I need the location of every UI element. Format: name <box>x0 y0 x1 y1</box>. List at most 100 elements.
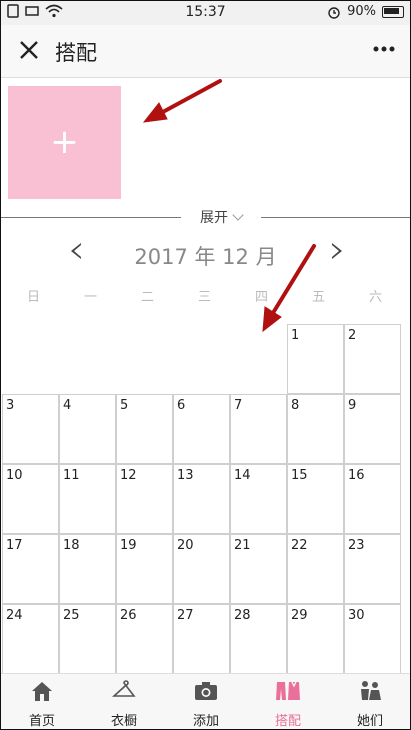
calendar-day-cell[interactable]: 4 <box>59 394 116 464</box>
calendar-day-cell[interactable]: 6 <box>173 394 230 464</box>
calendar-day-number: 13 <box>177 468 194 483</box>
calendar-day-number: 21 <box>234 538 251 553</box>
calendar-day-cell[interactable]: 16 <box>344 464 401 534</box>
calendar-day-cell[interactable]: 28 <box>230 604 287 674</box>
plus-icon: + <box>50 122 79 162</box>
calendar-day-number: 30 <box>348 608 365 623</box>
calendar-day-cell[interactable]: 14 <box>230 464 287 534</box>
month-label: 2017 年 12 月 <box>134 245 277 269</box>
calendar-day-cell[interactable]: 25 <box>59 604 116 674</box>
more-options-button[interactable] <box>372 37 396 67</box>
calendar-day-cell[interactable]: 7 <box>230 394 287 464</box>
calendar-day-cell[interactable]: 5 <box>116 394 173 464</box>
calendar-day-number: 3 <box>6 398 15 413</box>
tab-home-label: 首页 <box>28 714 55 729</box>
add-outfit-button[interactable]: + <box>8 86 121 199</box>
month-navigation: 2017 年 12 月 <box>1 239 410 271</box>
expand-label: 展开 <box>200 210 228 226</box>
calendar-day-cell[interactable]: 30 <box>344 604 401 674</box>
calendar-day-number: 19 <box>120 538 137 553</box>
calendar-day-cell[interactable]: 27 <box>173 604 230 674</box>
calendar-day-cell[interactable]: 9 <box>344 394 401 464</box>
calendar-day-number: 1 <box>291 328 300 343</box>
calendar-day-cell[interactable]: 2 <box>344 324 401 394</box>
calendar-day-cell[interactable]: 24 <box>2 604 59 674</box>
calendar-day-cell[interactable]: 18 <box>59 534 116 604</box>
calendar-day-number: 5 <box>120 398 129 413</box>
home-icon <box>32 682 52 701</box>
top-app-bar: 搭配 <box>1 25 410 78</box>
calendar-day-number: 4 <box>63 398 72 413</box>
calendar-day-number: 10 <box>6 468 23 483</box>
calendar-day-number: 25 <box>63 608 80 623</box>
tab-add[interactable]: 添加 <box>165 674 247 729</box>
calendar-day-cell[interactable]: 21 <box>230 534 287 604</box>
tab-outfit[interactable]: 搭配 <box>247 674 329 729</box>
bottom-tab-bar: 首页 衣橱 添加 搭配 她们 <box>1 673 410 729</box>
battery-percent: 90% <box>347 4 376 19</box>
calendar-day-cell[interactable]: 1 <box>287 324 344 394</box>
close-icon <box>20 41 38 59</box>
weekday-sun: 日 <box>26 290 40 305</box>
calendar-day-number: 23 <box>348 538 365 553</box>
tab-add-label: 添加 <box>192 714 219 729</box>
calendar-day-number: 6 <box>177 398 186 413</box>
calendar-day-cell[interactable]: 19 <box>116 534 173 604</box>
calendar-empty-cell <box>230 324 287 394</box>
tab-wardrobe-label: 衣橱 <box>110 714 137 729</box>
calendar-day-number: 9 <box>348 398 357 413</box>
tab-home[interactable]: 首页 <box>1 674 83 729</box>
calendar-empty-cell <box>2 324 59 394</box>
weekday-thu: 四 <box>254 290 268 305</box>
calendar-day-number: 26 <box>120 608 137 623</box>
calendar-day-cell[interactable]: 8 <box>287 394 344 464</box>
chevron-down-icon <box>232 209 244 221</box>
tab-outfit-label: 搭配 <box>274 714 301 729</box>
tab-wardrobe[interactable]: 衣橱 <box>83 674 165 729</box>
calendar-day-number: 12 <box>120 468 137 483</box>
camera-icon <box>195 682 217 700</box>
calendar-day-cell[interactable]: 22 <box>287 534 344 604</box>
calendar-grid: 1 2 3 4 5 6 7 8 9 10 11 12 13 14 15 16 17 18 19 20 21 22 23 24 2… <box>2 324 404 674</box>
more-dots-icon <box>373 46 395 52</box>
weekday-tue: 二 <box>140 290 154 305</box>
calendar-day-cell[interactable]: 20 <box>173 534 230 604</box>
weekday-wed: 三 <box>197 290 211 305</box>
tab-them-label: 她们 <box>356 714 383 729</box>
status-icons-right: 90% <box>327 4 404 19</box>
calendar-day-number: 27 <box>177 608 194 623</box>
calendar-day-number: 15 <box>291 468 308 483</box>
people-icon <box>361 681 381 700</box>
calendar-day-number: 16 <box>348 468 365 483</box>
calendar-day-number: 29 <box>291 608 308 623</box>
hanger-icon <box>112 680 136 697</box>
calendar-day-cell[interactable]: 10 <box>2 464 59 534</box>
status-bar: 15:37 90% <box>1 1 410 25</box>
calendar-day-cell[interactable]: 3 <box>2 394 59 464</box>
calendar-day-number: 11 <box>63 468 80 483</box>
weekday-mon: 一 <box>83 290 97 305</box>
calendar-day-cell[interactable]: 13 <box>173 464 230 534</box>
calendar-day-cell[interactable]: 11 <box>59 464 116 534</box>
calendar-day-cell[interactable]: 23 <box>344 534 401 604</box>
calendar-day-number: 7 <box>234 398 243 413</box>
next-month-button[interactable] <box>332 243 342 259</box>
calendar-day-cell[interactable]: 15 <box>287 464 344 534</box>
calendar-day-number: 2 <box>348 328 357 343</box>
weekday-fri: 五 <box>311 290 325 305</box>
tab-them[interactable]: 她们 <box>329 674 410 729</box>
outfit-icon <box>276 681 300 700</box>
calendar-day-cell[interactable]: 17 <box>2 534 59 604</box>
calendar-day-number: 17 <box>6 538 23 553</box>
calendar-empty-cell <box>173 324 230 394</box>
expand-toggle[interactable]: 展开 <box>181 207 261 229</box>
calendar-day-cell[interactable]: 12 <box>116 464 173 534</box>
calendar-day-number: 28 <box>234 608 251 623</box>
calendar-empty-cell <box>59 324 116 394</box>
app-screen: 15:37 90% 搭配 + 展开 2017 年 12 月 日 一 二 三 四 … <box>0 0 411 730</box>
calendar-day-cell[interactable]: 26 <box>116 604 173 674</box>
close-button[interactable] <box>15 36 43 64</box>
calendar-day-cell[interactable]: 29 <box>287 604 344 674</box>
calendar-day-number: 18 <box>63 538 80 553</box>
page-title: 搭配 <box>55 41 97 65</box>
